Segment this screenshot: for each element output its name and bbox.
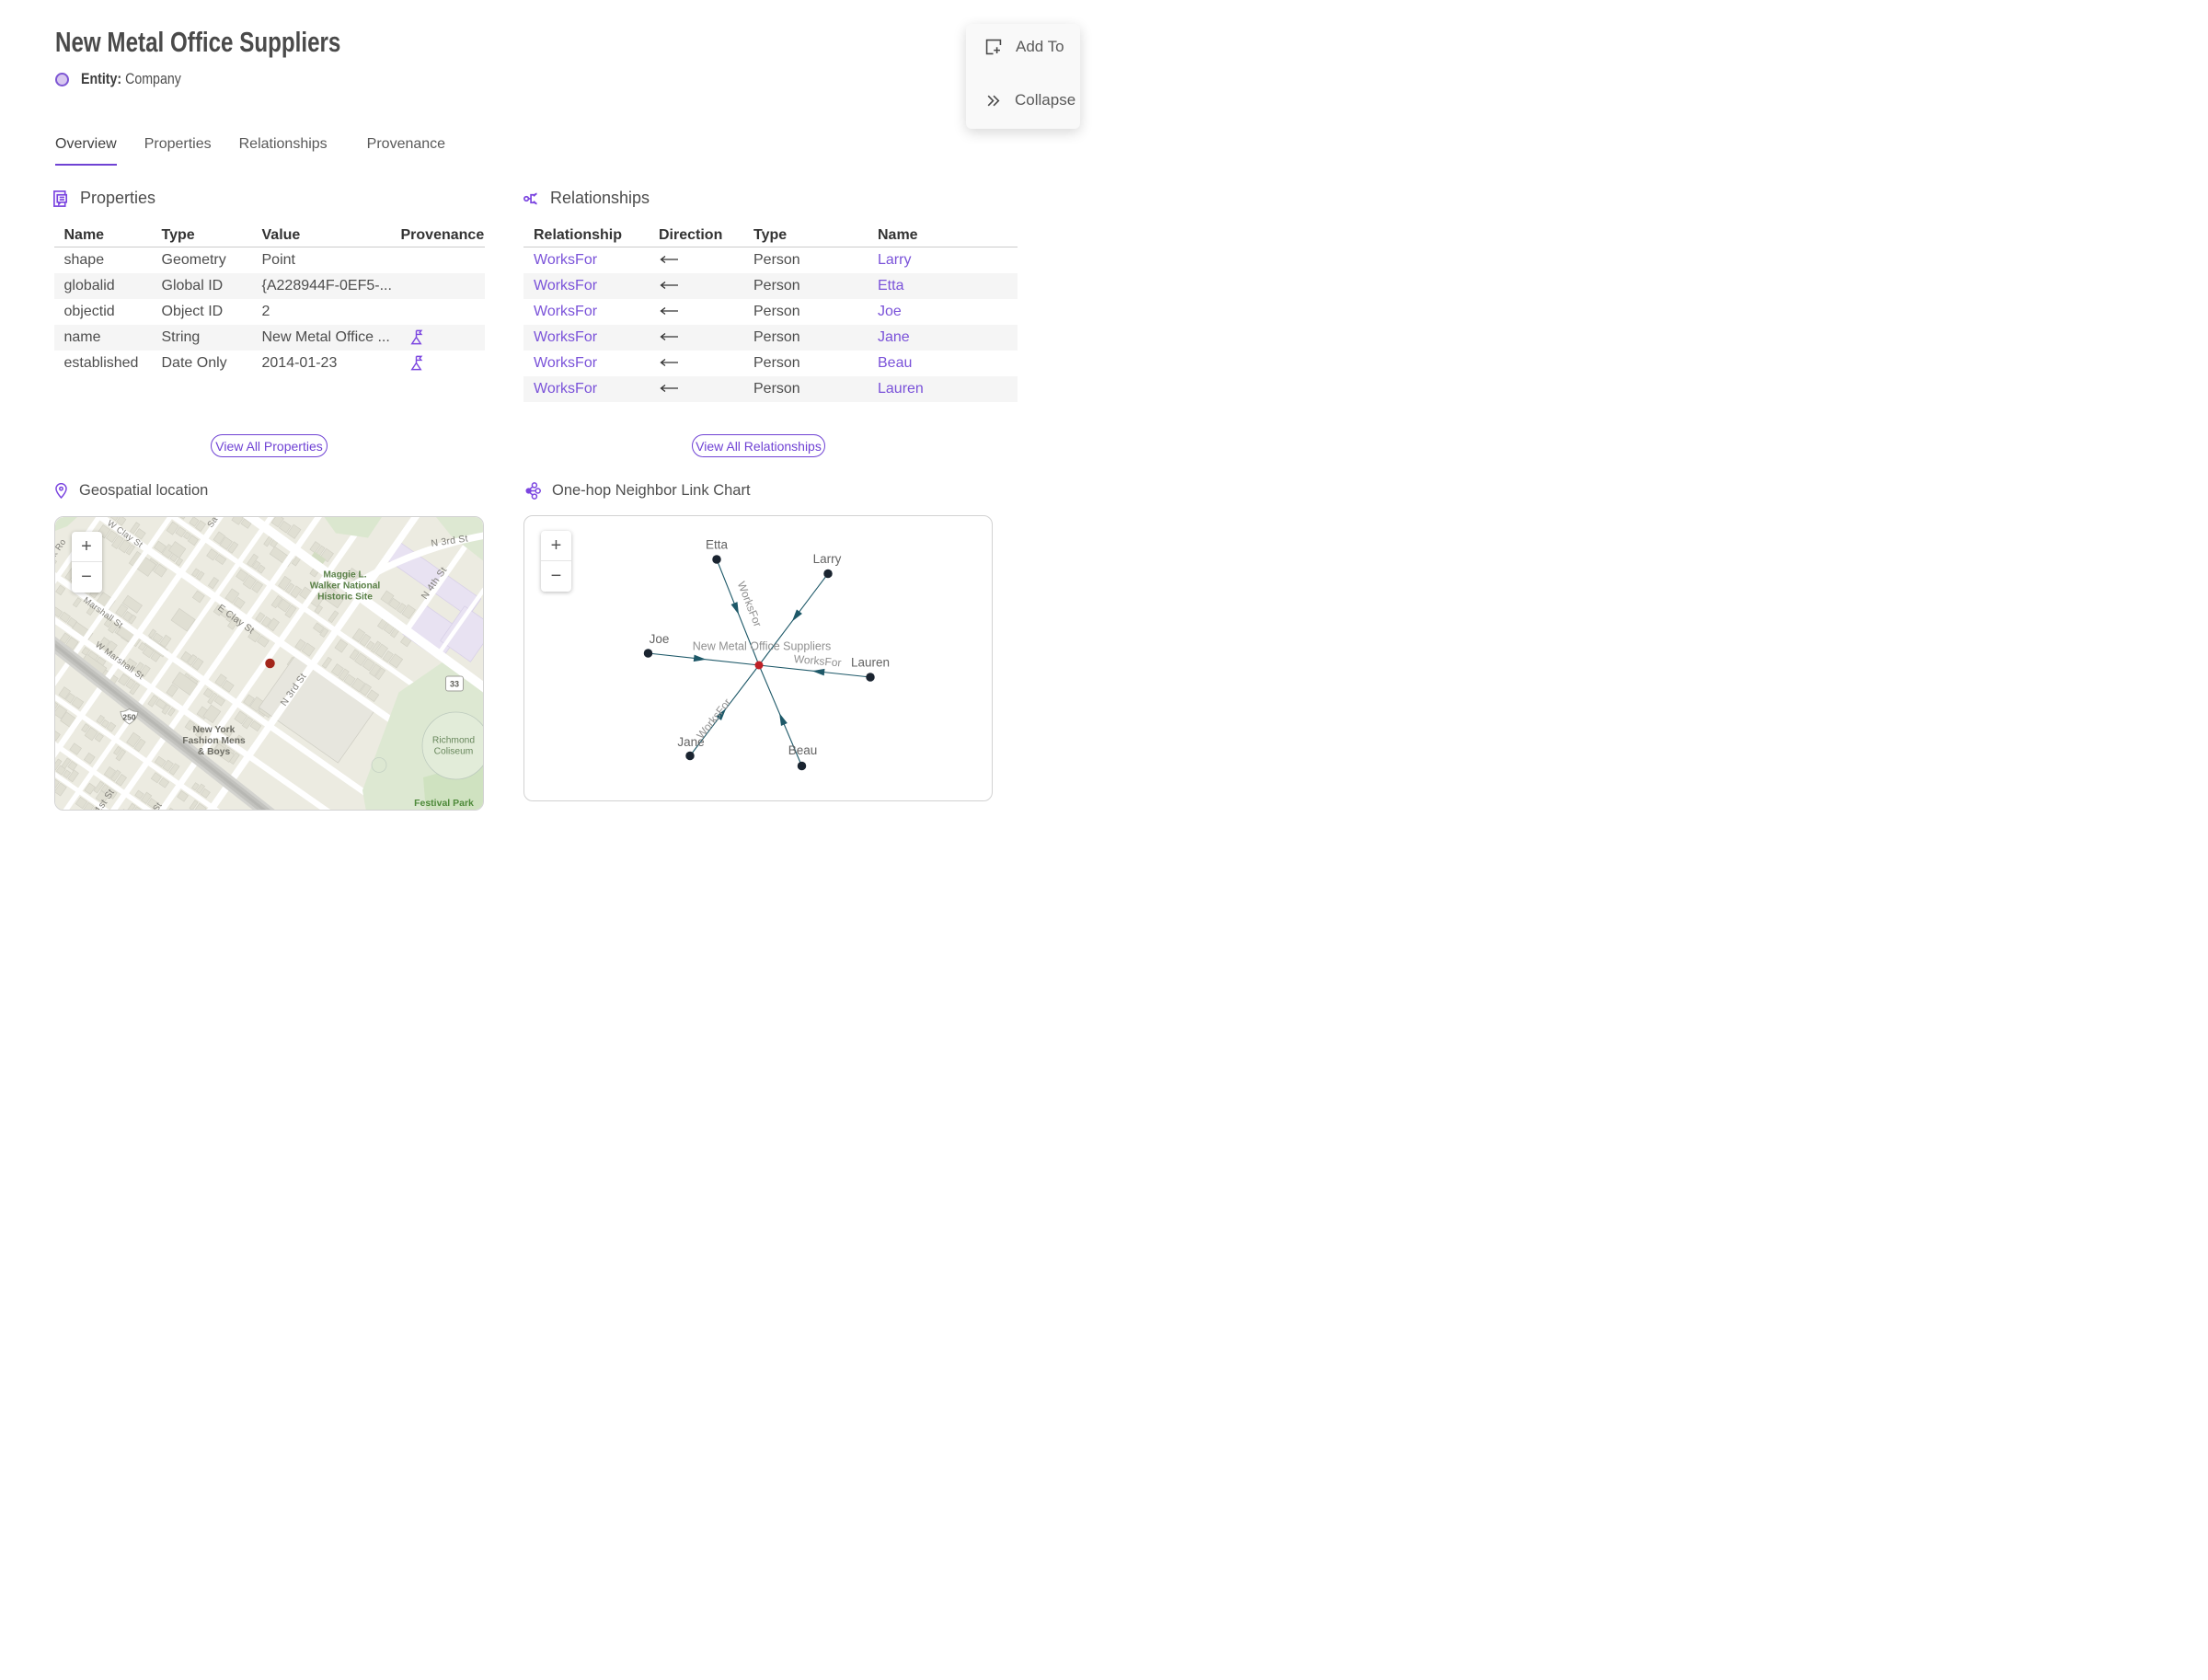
svg-text:Joe: Joe [650, 632, 670, 646]
svg-text:Fashion Mens: Fashion Mens [182, 736, 246, 746]
svg-text:Richmond: Richmond [431, 736, 474, 746]
svg-text:New Metal Office Suppliers: New Metal Office Suppliers [693, 640, 832, 653]
svg-text:WorksFor: WorksFor [694, 696, 733, 742]
svg-text:& Boys: & Boys [197, 747, 230, 757]
svg-text:New York: New York [192, 725, 235, 735]
svg-text:Coliseum: Coliseum [433, 747, 473, 757]
svg-text:Maggie L.: Maggie L. [323, 570, 366, 581]
svg-text:WorksFor: WorksFor [793, 652, 842, 669]
svg-text:33: 33 [449, 680, 458, 689]
svg-text:Historic Site: Historic Site [317, 593, 373, 603]
svg-text:250: 250 [122, 713, 135, 722]
svg-text:WorksFor: WorksFor [735, 580, 765, 628]
svg-text:Etta: Etta [706, 538, 729, 552]
svg-text:Beau: Beau [788, 743, 818, 757]
svg-text:Festival Park: Festival Park [414, 798, 474, 809]
svg-text:Lauren: Lauren [851, 656, 890, 670]
svg-text:Larry: Larry [813, 552, 842, 566]
svg-text:Walker National: Walker National [309, 581, 380, 592]
